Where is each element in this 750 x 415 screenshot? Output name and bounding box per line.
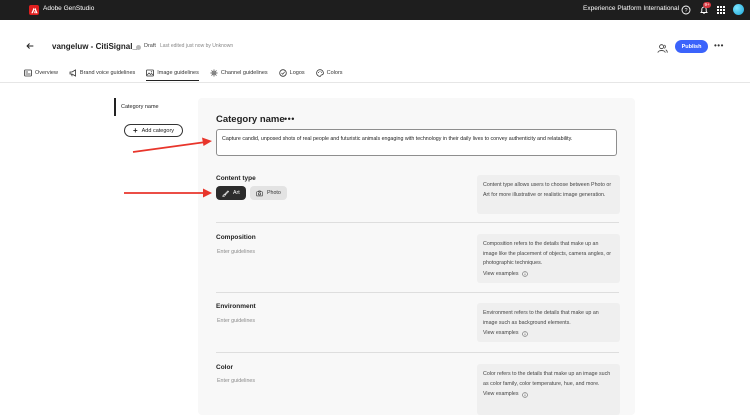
camera-icon bbox=[256, 190, 263, 196]
megaphone-icon bbox=[69, 69, 76, 77]
last-edited-text: Last edited just now by Unknown bbox=[160, 43, 234, 49]
more-options-icon[interactable]: ••• bbox=[714, 42, 724, 50]
page-title: vangeluw - CitiSignal_ bbox=[52, 42, 137, 51]
info-icon bbox=[521, 392, 528, 398]
image-icon bbox=[146, 69, 155, 77]
sidebar-item-category[interactable]: Category name bbox=[121, 104, 159, 110]
category-description-field[interactable]: Capture candid, unposed shots of real pe… bbox=[216, 129, 617, 156]
category-title: Category name bbox=[216, 114, 285, 125]
app-title[interactable]: Adobe GenStudio bbox=[43, 5, 94, 12]
tab-channel-guidelines[interactable]: Channel guidelines bbox=[210, 67, 268, 79]
section-divider bbox=[216, 352, 619, 353]
color-view-examples-link[interactable]: View examples bbox=[483, 390, 614, 400]
palette-icon bbox=[315, 69, 324, 77]
overview-icon bbox=[24, 69, 32, 77]
color-info: Color refers to the details that make up… bbox=[477, 364, 620, 415]
user-avatar[interactable] bbox=[733, 4, 744, 15]
environment-input[interactable]: Enter guidelines bbox=[217, 318, 255, 324]
category-more-icon[interactable]: ••• bbox=[284, 114, 295, 124]
help-icon[interactable]: ? bbox=[681, 5, 691, 15]
section-divider bbox=[216, 292, 619, 293]
environment-view-examples-link[interactable]: View examples bbox=[483, 329, 614, 339]
selected-indicator bbox=[114, 98, 116, 116]
svg-text:?: ? bbox=[684, 8, 687, 14]
tab-colors[interactable]: Colors bbox=[315, 67, 343, 79]
plus-icon: + bbox=[132, 125, 138, 135]
status-badge: Draft bbox=[144, 43, 156, 49]
tab-divider bbox=[0, 82, 750, 83]
tab-overview[interactable]: Overview bbox=[24, 67, 58, 79]
guideline-tabs: Overview Brand voice guidelines Image gu… bbox=[24, 67, 343, 81]
back-arrow-icon[interactable] bbox=[24, 40, 36, 52]
logo-icon bbox=[278, 69, 287, 77]
content-type-chips: Art Photo bbox=[216, 186, 287, 200]
composition-input[interactable]: Enter guidelines bbox=[217, 249, 255, 255]
tab-logos[interactable]: Logos bbox=[278, 67, 305, 79]
composition-title: Composition bbox=[216, 234, 256, 241]
notification-badge: 9+ bbox=[703, 2, 712, 8]
brush-icon bbox=[222, 189, 229, 197]
content-type-info: Content type allows users to choose betw… bbox=[477, 175, 620, 214]
color-title: Color bbox=[216, 364, 233, 371]
top-bar: Adobe GenStudio Experience Platform Inte… bbox=[0, 0, 750, 20]
tab-image-guidelines[interactable]: Image guidelines bbox=[146, 67, 199, 81]
info-icon bbox=[521, 271, 528, 277]
environment-title: Environment bbox=[216, 303, 256, 310]
channel-icon bbox=[210, 69, 218, 77]
photo-chip[interactable]: Photo bbox=[250, 186, 287, 200]
composition-info: Composition refers to the details that m… bbox=[477, 234, 620, 283]
apps-grid-icon[interactable] bbox=[716, 5, 726, 15]
art-chip[interactable]: Art bbox=[216, 186, 246, 200]
composition-view-examples-link[interactable]: View examples bbox=[483, 270, 614, 280]
tab-brand-voice[interactable]: Brand voice guidelines bbox=[69, 67, 135, 79]
adobe-logo-icon[interactable] bbox=[29, 5, 39, 15]
add-category-button[interactable]: + Add category bbox=[124, 124, 183, 137]
info-icon bbox=[521, 331, 528, 337]
environment-info: Environment refers to the details that m… bbox=[477, 303, 620, 342]
org-switcher[interactable]: Experience Platform International bbox=[583, 5, 679, 12]
section-divider bbox=[216, 222, 619, 223]
content-type-title: Content type bbox=[216, 175, 256, 182]
share-users-icon[interactable] bbox=[657, 41, 668, 53]
status-dot-icon bbox=[136, 45, 141, 50]
color-input[interactable]: Enter guidelines bbox=[217, 378, 255, 384]
publish-button[interactable]: Publish bbox=[675, 40, 708, 53]
